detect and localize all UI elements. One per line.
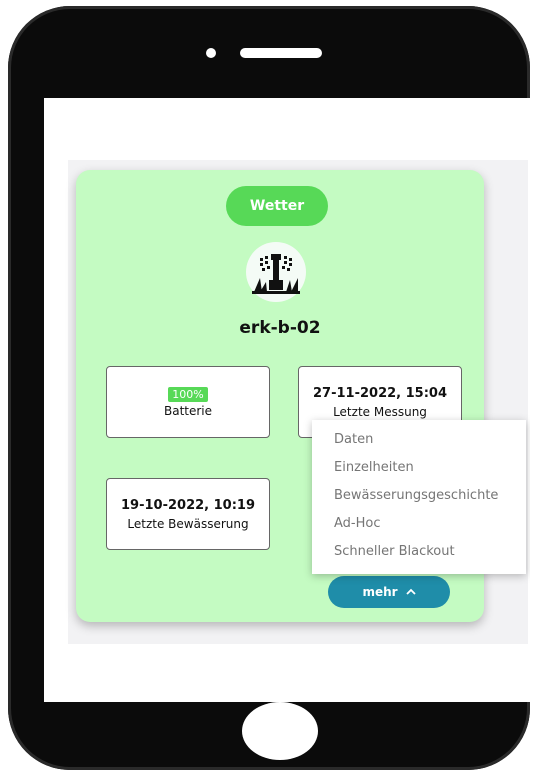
options-menu: Daten Einzelheiten Bewässerungsgeschicht… (312, 420, 526, 574)
battery-box: 100% Batterie (106, 366, 270, 438)
chevron-up-icon (405, 588, 416, 595)
home-button[interactable] (242, 702, 318, 760)
earpiece-speaker (240, 48, 322, 58)
last-irrigation-label: Letzte Bewässerung (127, 516, 249, 531)
more-label: mehr (362, 585, 398, 599)
weather-button[interactable]: Wetter (226, 186, 328, 226)
battery-badge: 100% (168, 386, 208, 402)
menu-item-data[interactable]: Daten (312, 426, 526, 454)
front-camera (206, 48, 216, 58)
device-name: erk-b-02 (239, 318, 321, 338)
menu-item-quick-blackout[interactable]: Schneller Blackout (312, 538, 526, 566)
menu-item-ad-hoc[interactable]: Ad-Hoc (312, 510, 526, 538)
phone-frame: Wetter erk-b-02 100% Batterie 27-11-2022… (8, 6, 530, 770)
last-irrigation-value: 19-10-2022, 10:19 (121, 497, 255, 513)
sprinkler-icon (246, 242, 306, 302)
menu-item-irrigation-history[interactable]: Bewässerungsgeschichte (312, 482, 526, 510)
menu-item-details[interactable]: Einzelheiten (312, 454, 526, 482)
battery-label: Batterie (163, 403, 213, 418)
last-irrigation-box: 19-10-2022, 10:19 Letzte Bewässerung (106, 478, 270, 550)
last-measurement-value: 27-11-2022, 15:04 (313, 385, 447, 401)
more-button[interactable]: mehr (328, 576, 450, 608)
last-measurement-label: Letzte Messung (333, 404, 427, 419)
screen: Wetter erk-b-02 100% Batterie 27-11-2022… (44, 98, 530, 702)
